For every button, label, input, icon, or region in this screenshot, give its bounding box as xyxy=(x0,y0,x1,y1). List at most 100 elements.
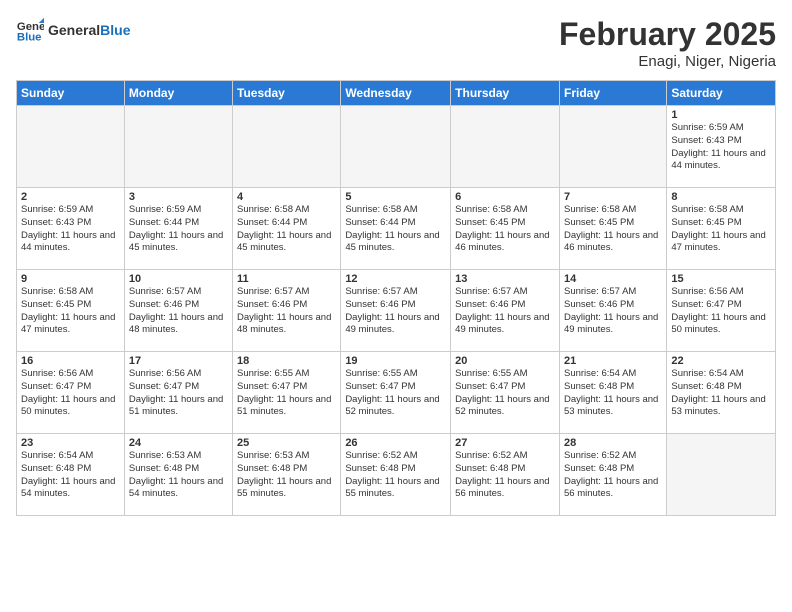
day-number: 21 xyxy=(564,355,662,367)
day-number: 8 xyxy=(671,191,771,203)
calendar-cell: 8Sunrise: 6:58 AMSunset: 6:45 PMDaylight… xyxy=(667,188,776,270)
calendar-cell xyxy=(451,106,560,188)
calendar-cell: 26Sunrise: 6:52 AMSunset: 6:48 PMDayligh… xyxy=(341,434,451,516)
day-number: 28 xyxy=(564,437,662,449)
day-info: Sunrise: 6:53 AMSunset: 6:48 PMDaylight:… xyxy=(237,450,336,501)
calendar-cell xyxy=(667,434,776,516)
day-number: 27 xyxy=(455,437,555,449)
calendar-cell: 16Sunrise: 6:56 AMSunset: 6:47 PMDayligh… xyxy=(17,352,125,434)
calendar-week-4: 16Sunrise: 6:56 AMSunset: 6:47 PMDayligh… xyxy=(17,352,776,434)
day-info: Sunrise: 6:55 AMSunset: 6:47 PMDaylight:… xyxy=(455,368,555,419)
day-number: 15 xyxy=(671,273,771,285)
calendar-cell xyxy=(341,106,451,188)
calendar-cell: 13Sunrise: 6:57 AMSunset: 6:46 PMDayligh… xyxy=(451,270,560,352)
calendar-cell: 24Sunrise: 6:53 AMSunset: 6:48 PMDayligh… xyxy=(124,434,232,516)
calendar-cell: 9Sunrise: 6:58 AMSunset: 6:45 PMDaylight… xyxy=(17,270,125,352)
day-number: 4 xyxy=(237,191,336,203)
day-info: Sunrise: 6:57 AMSunset: 6:46 PMDaylight:… xyxy=(345,286,446,337)
header: General Blue GeneralBlue February 2025 E… xyxy=(16,16,776,70)
day-number: 11 xyxy=(237,273,336,285)
calendar-cell: 5Sunrise: 6:58 AMSunset: 6:44 PMDaylight… xyxy=(341,188,451,270)
day-number: 5 xyxy=(345,191,446,203)
col-friday: Friday xyxy=(559,81,666,106)
day-number: 6 xyxy=(455,191,555,203)
calendar-table: Sunday Monday Tuesday Wednesday Thursday… xyxy=(16,80,776,516)
day-info: Sunrise: 6:52 AMSunset: 6:48 PMDaylight:… xyxy=(345,450,446,501)
main-title: February 2025 xyxy=(559,16,776,53)
calendar-cell: 10Sunrise: 6:57 AMSunset: 6:46 PMDayligh… xyxy=(124,270,232,352)
calendar-cell: 12Sunrise: 6:57 AMSunset: 6:46 PMDayligh… xyxy=(341,270,451,352)
day-info: Sunrise: 6:54 AMSunset: 6:48 PMDaylight:… xyxy=(21,450,120,501)
col-thursday: Thursday xyxy=(451,81,560,106)
day-info: Sunrise: 6:59 AMSunset: 6:43 PMDaylight:… xyxy=(671,122,771,173)
logo: General Blue GeneralBlue xyxy=(16,16,130,44)
day-number: 1 xyxy=(671,109,771,121)
day-info: Sunrise: 6:58 AMSunset: 6:45 PMDaylight:… xyxy=(564,204,662,255)
calendar-cell xyxy=(233,106,341,188)
day-number: 16 xyxy=(21,355,120,367)
day-info: Sunrise: 6:59 AMSunset: 6:43 PMDaylight:… xyxy=(21,204,120,255)
day-number: 10 xyxy=(129,273,228,285)
day-info: Sunrise: 6:54 AMSunset: 6:48 PMDaylight:… xyxy=(564,368,662,419)
calendar-week-5: 23Sunrise: 6:54 AMSunset: 6:48 PMDayligh… xyxy=(17,434,776,516)
col-tuesday: Tuesday xyxy=(233,81,341,106)
calendar-week-3: 9Sunrise: 6:58 AMSunset: 6:45 PMDaylight… xyxy=(17,270,776,352)
day-info: Sunrise: 6:54 AMSunset: 6:48 PMDaylight:… xyxy=(671,368,771,419)
day-info: Sunrise: 6:57 AMSunset: 6:46 PMDaylight:… xyxy=(564,286,662,337)
day-number: 17 xyxy=(129,355,228,367)
calendar-cell: 21Sunrise: 6:54 AMSunset: 6:48 PMDayligh… xyxy=(559,352,666,434)
day-number: 22 xyxy=(671,355,771,367)
day-number: 20 xyxy=(455,355,555,367)
calendar-cell xyxy=(124,106,232,188)
calendar-cell: 19Sunrise: 6:55 AMSunset: 6:47 PMDayligh… xyxy=(341,352,451,434)
day-number: 25 xyxy=(237,437,336,449)
day-info: Sunrise: 6:58 AMSunset: 6:44 PMDaylight:… xyxy=(345,204,446,255)
day-info: Sunrise: 6:58 AMSunset: 6:45 PMDaylight:… xyxy=(21,286,120,337)
calendar-cell: 22Sunrise: 6:54 AMSunset: 6:48 PMDayligh… xyxy=(667,352,776,434)
calendar-cell: 27Sunrise: 6:52 AMSunset: 6:48 PMDayligh… xyxy=(451,434,560,516)
day-number: 23 xyxy=(21,437,120,449)
col-wednesday: Wednesday xyxy=(341,81,451,106)
col-monday: Monday xyxy=(124,81,232,106)
calendar-cell: 14Sunrise: 6:57 AMSunset: 6:46 PMDayligh… xyxy=(559,270,666,352)
day-info: Sunrise: 6:55 AMSunset: 6:47 PMDaylight:… xyxy=(237,368,336,419)
calendar-cell: 11Sunrise: 6:57 AMSunset: 6:46 PMDayligh… xyxy=(233,270,341,352)
calendar-cell: 20Sunrise: 6:55 AMSunset: 6:47 PMDayligh… xyxy=(451,352,560,434)
calendar-cell: 2Sunrise: 6:59 AMSunset: 6:43 PMDaylight… xyxy=(17,188,125,270)
day-number: 9 xyxy=(21,273,120,285)
calendar-cell: 18Sunrise: 6:55 AMSunset: 6:47 PMDayligh… xyxy=(233,352,341,434)
day-info: Sunrise: 6:53 AMSunset: 6:48 PMDaylight:… xyxy=(129,450,228,501)
title-block: February 2025 Enagi, Niger, Nigeria xyxy=(559,16,776,70)
day-info: Sunrise: 6:58 AMSunset: 6:45 PMDaylight:… xyxy=(671,204,771,255)
calendar-cell: 23Sunrise: 6:54 AMSunset: 6:48 PMDayligh… xyxy=(17,434,125,516)
page: General Blue GeneralBlue February 2025 E… xyxy=(0,0,792,612)
logo-general: General xyxy=(48,22,100,38)
calendar-cell: 6Sunrise: 6:58 AMSunset: 6:45 PMDaylight… xyxy=(451,188,560,270)
day-info: Sunrise: 6:52 AMSunset: 6:48 PMDaylight:… xyxy=(455,450,555,501)
calendar-cell: 25Sunrise: 6:53 AMSunset: 6:48 PMDayligh… xyxy=(233,434,341,516)
calendar-cell: 1Sunrise: 6:59 AMSunset: 6:43 PMDaylight… xyxy=(667,106,776,188)
day-number: 3 xyxy=(129,191,228,203)
calendar-week-1: 1Sunrise: 6:59 AMSunset: 6:43 PMDaylight… xyxy=(17,106,776,188)
day-number: 7 xyxy=(564,191,662,203)
subtitle: Enagi, Niger, Nigeria xyxy=(559,53,776,70)
day-number: 26 xyxy=(345,437,446,449)
day-info: Sunrise: 6:55 AMSunset: 6:47 PMDaylight:… xyxy=(345,368,446,419)
col-sunday: Sunday xyxy=(17,81,125,106)
calendar-cell: 7Sunrise: 6:58 AMSunset: 6:45 PMDaylight… xyxy=(559,188,666,270)
day-number: 14 xyxy=(564,273,662,285)
logo-icon: General Blue xyxy=(16,16,44,44)
calendar-cell xyxy=(559,106,666,188)
col-saturday: Saturday xyxy=(667,81,776,106)
calendar-cell: 15Sunrise: 6:56 AMSunset: 6:47 PMDayligh… xyxy=(667,270,776,352)
day-info: Sunrise: 6:52 AMSunset: 6:48 PMDaylight:… xyxy=(564,450,662,501)
calendar-week-2: 2Sunrise: 6:59 AMSunset: 6:43 PMDaylight… xyxy=(17,188,776,270)
day-info: Sunrise: 6:56 AMSunset: 6:47 PMDaylight:… xyxy=(21,368,120,419)
day-number: 24 xyxy=(129,437,228,449)
day-number: 2 xyxy=(21,191,120,203)
day-info: Sunrise: 6:57 AMSunset: 6:46 PMDaylight:… xyxy=(455,286,555,337)
day-number: 19 xyxy=(345,355,446,367)
calendar-header-row: Sunday Monday Tuesday Wednesday Thursday… xyxy=(17,81,776,106)
day-info: Sunrise: 6:56 AMSunset: 6:47 PMDaylight:… xyxy=(671,286,771,337)
day-number: 18 xyxy=(237,355,336,367)
